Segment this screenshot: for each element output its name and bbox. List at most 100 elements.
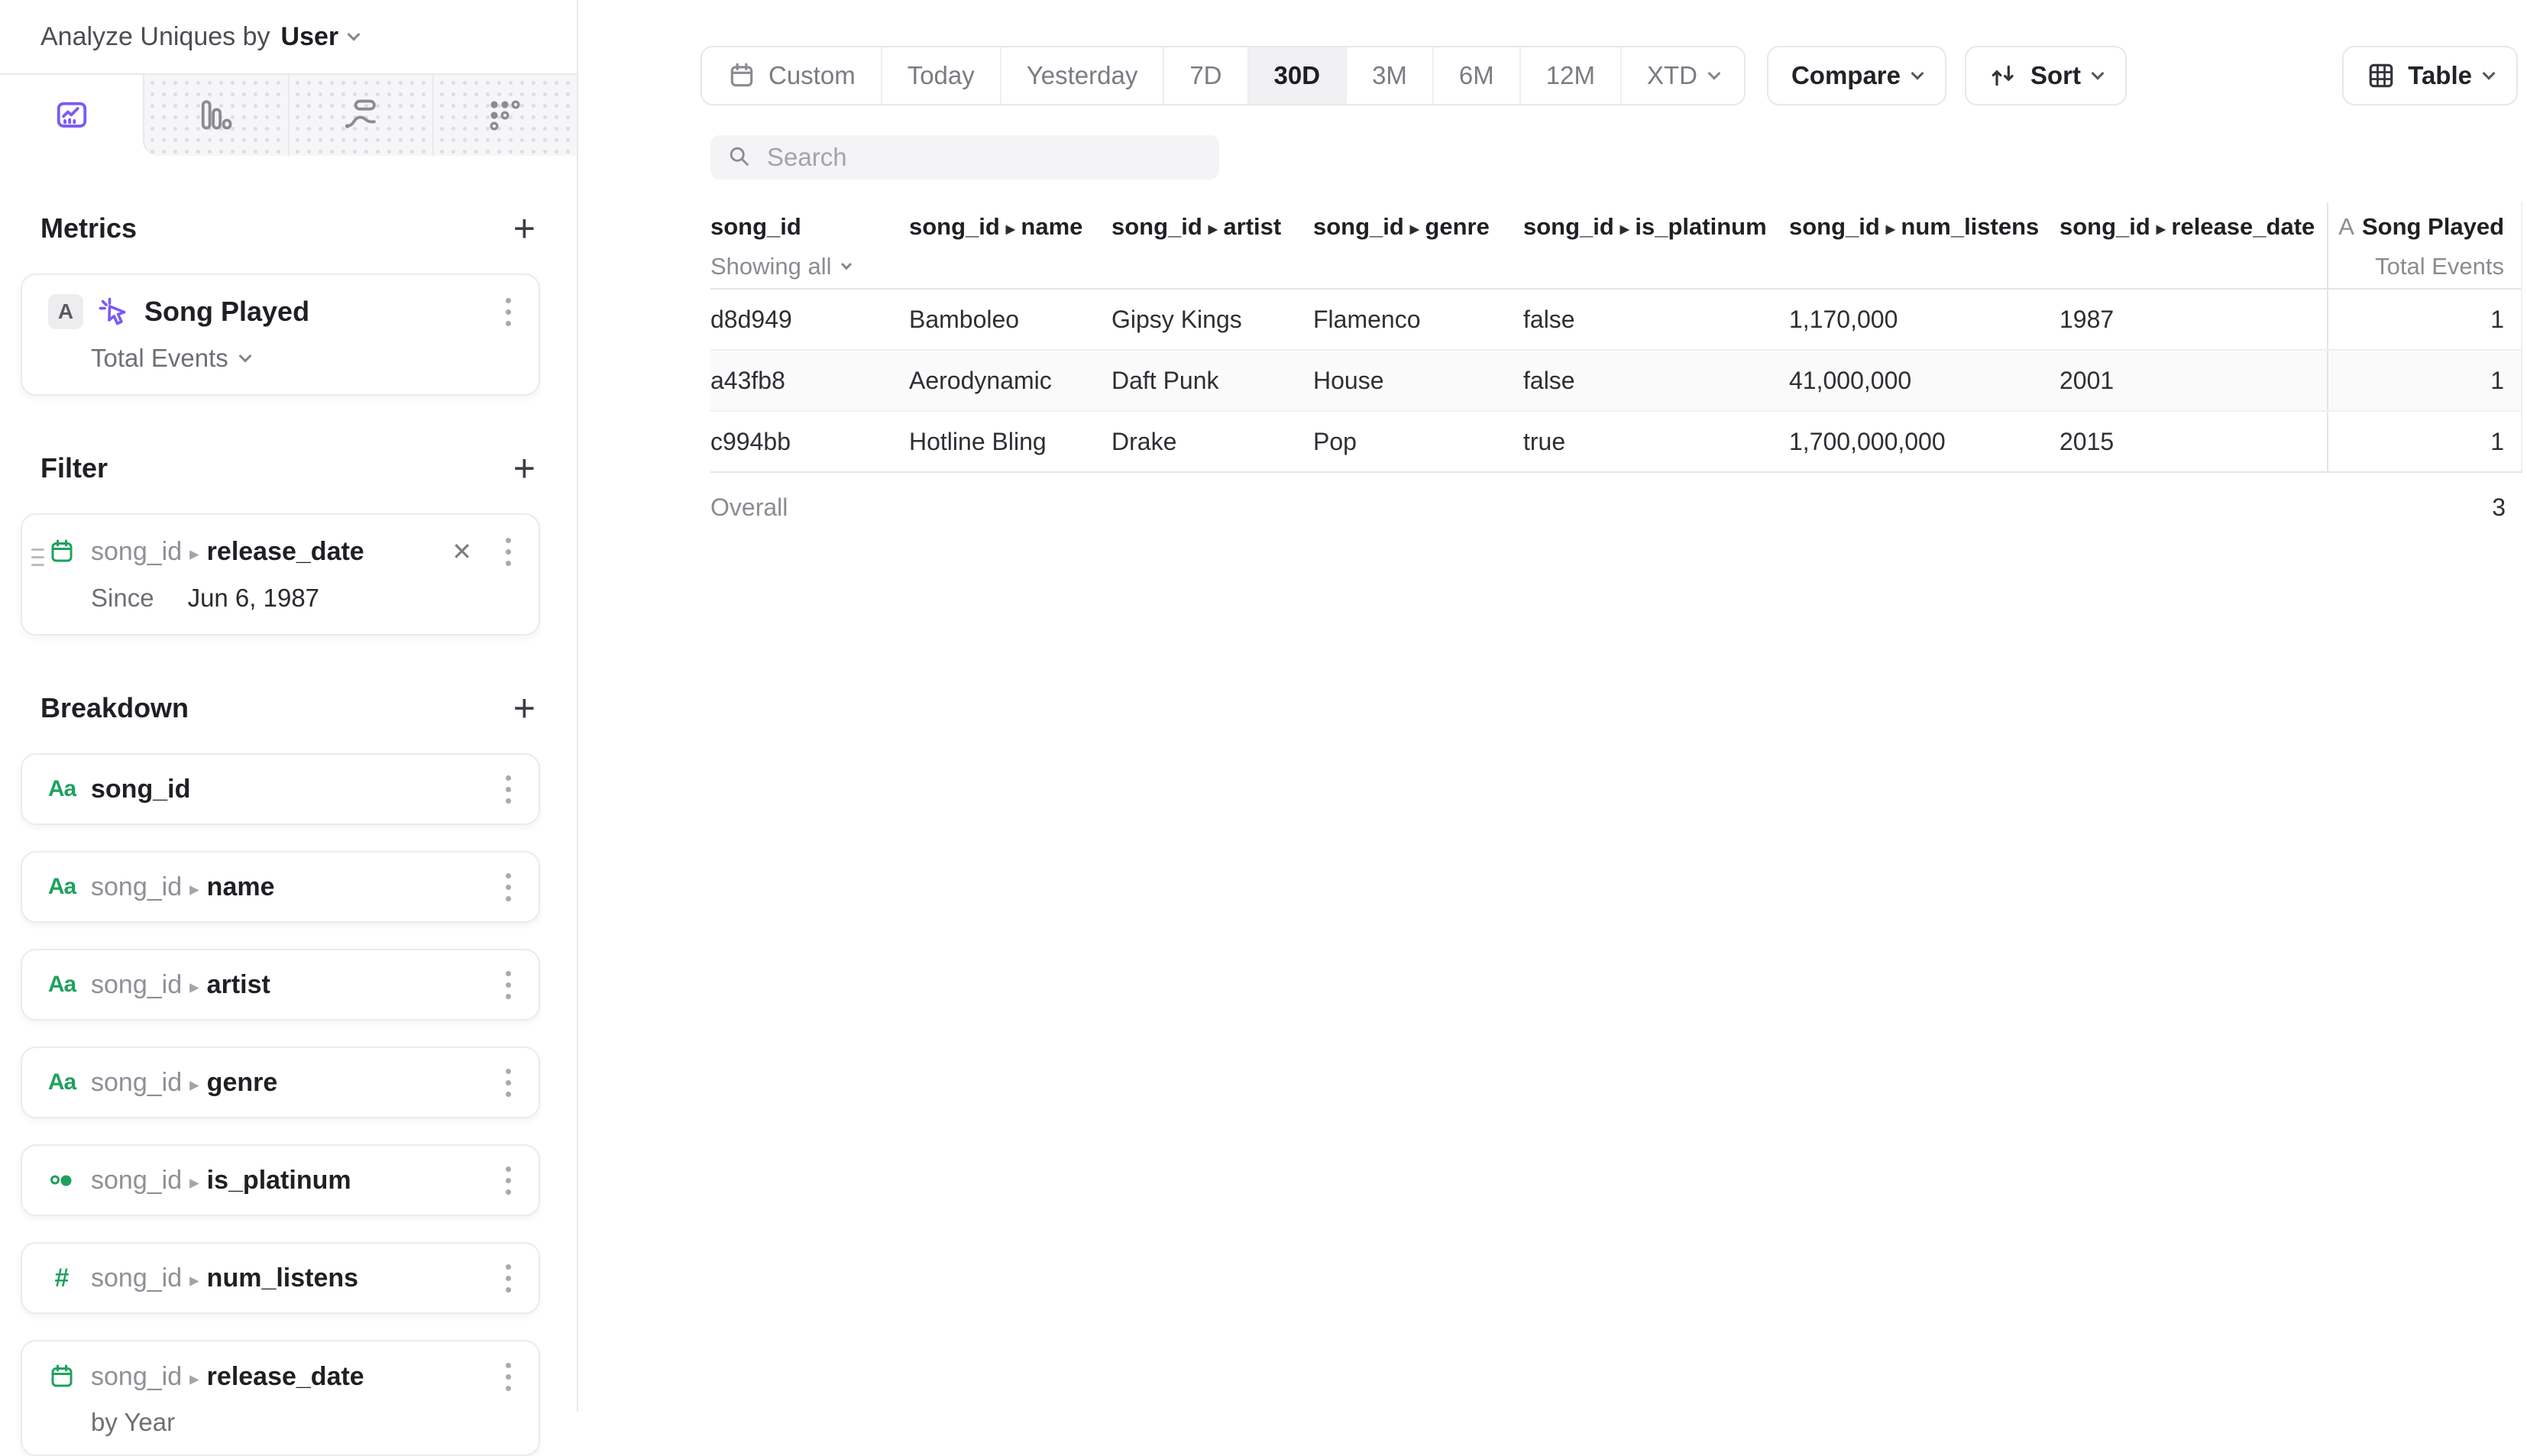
table-cell: Drake [1111, 428, 1313, 456]
chevron-down-icon [348, 28, 361, 41]
breakdown-property-name: num_listens [207, 1263, 358, 1293]
table-cell: 2001 [2059, 367, 2327, 395]
table-row: d8d949BamboleoGipsy KingsFlamencofalse1,… [710, 290, 2522, 351]
entity-value: User [281, 22, 339, 52]
table-cell: 41,000,000 [1789, 367, 2059, 395]
add-filter-button[interactable]: + [509, 449, 540, 487]
kebab-menu-icon[interactable] [501, 1358, 516, 1396]
date-range-control: CustomTodayYesterday7D30D3M6M12MXTD [701, 46, 1746, 105]
breakdown-property-name: song_id [91, 775, 190, 804]
breakdown-property-prefix: song_id [91, 1362, 182, 1392]
metric-event-name: Song Played [144, 296, 309, 328]
table-cell: 1,700,000,000 [1789, 428, 2059, 456]
sidebar-tab-retention[interactable] [432, 75, 577, 156]
metric-aggregation-dropdown[interactable]: Total Events [91, 344, 516, 373]
date-range-7d[interactable]: 7D [1163, 47, 1247, 104]
overall-label: Overall [710, 493, 909, 522]
breakdown-item[interactable]: #song_id▸num_listens [21, 1242, 540, 1314]
metrics-section-head: Metrics + [40, 209, 540, 248]
add-metric-button[interactable]: + [509, 209, 540, 248]
sort-arrows-icon [1989, 61, 2018, 90]
table-cell: 1987 [2059, 306, 2327, 334]
table-cell: Flamenco [1313, 306, 1523, 334]
property-caret-icon: ▸ [1208, 218, 1218, 239]
showing-all-dropdown[interactable]: Showing all [710, 253, 909, 280]
property-caret-icon: ▸ [2157, 218, 2166, 239]
report-toolbar: CustomTodayYesterday7D30D3M6M12MXTD Comp… [701, 46, 2518, 105]
metric-card[interactable]: A Song Played Total Events [21, 273, 540, 396]
date-range-today[interactable]: Today [881, 47, 1000, 104]
event-click-icon [95, 294, 131, 329]
sidebar-tab-bar-chart[interactable] [143, 75, 287, 156]
number-property-icon: # [48, 1263, 76, 1293]
sort-button[interactable]: Sort [1965, 46, 2127, 105]
kebab-menu-icon[interactable] [501, 1260, 516, 1297]
breakdown-property-prefix: song_id [91, 1263, 182, 1293]
table-cell: d8d949 [710, 306, 909, 334]
table-cell: 1,170,000 [1789, 306, 2059, 334]
breakdown-item[interactable]: Aasong_id▸name [21, 851, 540, 923]
kebab-menu-icon[interactable] [501, 1064, 516, 1102]
column-header-num_listens: song_id▸num_listens [1789, 202, 2059, 290]
filter-card[interactable]: song_id ▸ release_date ✕ Since Jun 6, 19… [21, 513, 540, 636]
breakdown-property-name: is_platinum [207, 1166, 351, 1196]
kebab-menu-icon[interactable] [501, 869, 516, 906]
table-cell: 2015 [2059, 428, 2327, 456]
sidebar-tab-flows[interactable] [288, 75, 432, 156]
flows-icon [343, 98, 378, 133]
breakdown-property-prefix: song_id [91, 1166, 182, 1196]
filter-operator-dropdown[interactable]: Since [91, 584, 154, 613]
date-property-icon [48, 1361, 76, 1392]
date-range-12m[interactable]: 12M [1519, 47, 1620, 104]
kebab-menu-icon[interactable] [501, 966, 516, 1004]
table-cell: Bamboleo [909, 306, 1111, 334]
table-cell: false [1523, 367, 1789, 395]
breakdown-item[interactable]: song_id▸release_dateby Year [21, 1340, 540, 1456]
date-property-icon [48, 536, 76, 567]
results-table: song_idShowing allsong_id▸namesong_id▸ar… [710, 202, 2522, 542]
breakdown-property-prefix: song_id [91, 1068, 182, 1098]
breakdown-property-name: release_date [207, 1362, 364, 1392]
column-header-genre: song_id▸genre [1313, 202, 1523, 290]
text-property-icon: Aa [48, 1067, 76, 1098]
property-caret-icon: ▸ [189, 878, 199, 901]
breakdown-bucket-dropdown[interactable]: by Year [91, 1408, 516, 1437]
date-range-custom[interactable]: Custom [702, 47, 881, 104]
date-range-30d[interactable]: 30D [1247, 47, 1346, 104]
search-input[interactable] [767, 143, 1202, 172]
breakdown-list: Aasong_idAasong_id▸nameAasong_id▸artistA… [0, 753, 577, 1456]
remove-filter-icon[interactable]: ✕ [448, 534, 475, 569]
kebab-menu-icon[interactable] [501, 771, 516, 808]
breakdown-item[interactable]: Aasong_id▸genre [21, 1047, 540, 1118]
breakdown-item[interactable]: song_id▸is_platinum [21, 1144, 540, 1216]
column-header-is_platinum: song_id▸is_platinum [1523, 202, 1789, 290]
table-cell: false [1523, 306, 1789, 334]
chevron-down-icon [238, 350, 251, 363]
date-range-3m[interactable]: 3M [1345, 47, 1432, 104]
table-body: d8d949BamboleoGipsy KingsFlamencofalse1,… [710, 290, 2522, 473]
report-tabs [0, 73, 577, 156]
table-view-button[interactable]: Table [2342, 46, 2518, 105]
breakdown-item[interactable]: Aasong_id▸artist [21, 949, 540, 1021]
chevron-down-icon [2483, 67, 2496, 80]
kebab-menu-icon[interactable] [501, 293, 516, 331]
date-range-yesterday[interactable]: Yesterday [1000, 47, 1163, 104]
boolean-property-icon [48, 1165, 76, 1196]
text-property-icon: Aa [48, 969, 76, 1000]
date-range-xtd[interactable]: XTD [1620, 47, 1744, 104]
metric-value-cell: 1 [2327, 351, 2522, 410]
table-cell: Gipsy Kings [1111, 306, 1313, 334]
breakdown-property-prefix: song_id [91, 970, 182, 1000]
breakdown-item[interactable]: Aasong_id [21, 753, 540, 825]
analyze-entity-dropdown[interactable]: User [281, 22, 359, 52]
add-breakdown-button[interactable]: + [509, 689, 540, 727]
retention-icon [487, 98, 523, 133]
filter-value[interactable]: Jun 6, 1987 [188, 584, 319, 613]
drag-handle-icon[interactable] [31, 548, 44, 566]
compare-button[interactable]: Compare [1767, 46, 1946, 105]
sidebar-tab-insights[interactable] [0, 75, 143, 156]
kebab-menu-icon[interactable] [501, 1162, 516, 1199]
date-range-6m[interactable]: 6M [1432, 47, 1519, 104]
kebab-menu-icon[interactable] [501, 533, 516, 571]
filter-property-name: release_date [207, 537, 364, 567]
